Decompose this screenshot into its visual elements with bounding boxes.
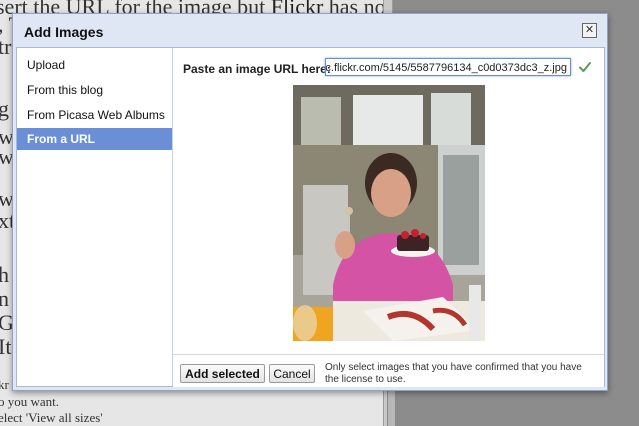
sidebar-item-picasa[interactable]: From Picasa Web Albums [17, 104, 172, 126]
bg-small-line: kr [0, 377, 9, 392]
add-selected-button[interactable]: Add selected [180, 364, 265, 383]
bg-text-line: tr [0, 34, 12, 59]
sidebar-item-upload[interactable]: Upload [17, 54, 172, 76]
url-content: Paste an image URL here: tic.flickr.com/… [173, 48, 604, 354]
bg-text-line: n [0, 286, 9, 311]
close-button[interactable]: ✕ [582, 23, 597, 38]
url-label: Paste an image URL here: [183, 62, 331, 76]
bg-small-line: o you want. [0, 394, 60, 409]
cancel-button[interactable]: Cancel [269, 364, 315, 383]
add-images-dialog: Add Images ✕ Upload From this blog From … [12, 13, 608, 391]
editor-scroll-thumb[interactable] [387, 388, 396, 426]
image-preview [293, 85, 485, 341]
image-url-input[interactable]: tic.flickr.com/5145/5587796134_c0d0373dc… [325, 58, 571, 76]
license-note: Only select images that you have confirm… [325, 362, 582, 385]
bg-text-line: h [0, 262, 9, 287]
bg-text-line: It [0, 334, 12, 359]
dialog-footer: Add selected Cancel Only select images t… [173, 354, 604, 387]
sidebar-item-from-this-blog[interactable]: From this blog [17, 79, 172, 101]
checkmark-icon [579, 62, 591, 72]
close-icon: ✕ [584, 24, 595, 36]
sidebar-item-from-url[interactable]: From a URL [17, 128, 172, 150]
bg-small-line: elect 'View all sizes' [0, 410, 103, 425]
bg-text-line: g [0, 96, 9, 121]
dialog-panel: Upload From this blog From Picasa Web Al… [16, 47, 605, 387]
url-value: tic.flickr.com/5145/5587796134_c0d0373dc… [325, 62, 567, 74]
dialog-title: Add Images [24, 24, 104, 40]
source-sidebar: Upload From this blog From Picasa Web Al… [17, 48, 173, 386]
